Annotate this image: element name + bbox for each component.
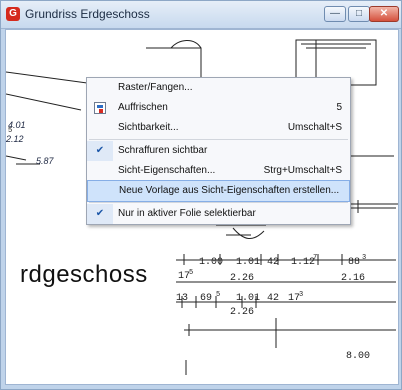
dimension-4: 1.12 (291, 257, 316, 268)
left-dim-text-2: 2.12 (6, 134, 24, 144)
menu-item-raster-fangen[interactable]: Raster/Fangen... (87, 78, 350, 98)
superscript-1: 5 (8, 127, 13, 135)
dimension-12: 42 (267, 293, 280, 304)
menu-item-sichtbarkeit[interactable]: Sichtbarkeit... Umschalt+S (87, 118, 350, 138)
empty-icon-slot (88, 181, 114, 201)
drawing-window: G Grundriss Erdgeschoss — □ ✕ 4.01 2.12 … (0, 0, 402, 390)
app-logo-icon: G (6, 7, 20, 21)
floor-label: rdgeschoss (20, 261, 148, 288)
menu-item-neue-vorlage[interactable]: Neue Vorlage aus Sicht-Eigenschaften ers… (87, 180, 350, 202)
dimension-7: 2.26 (230, 273, 255, 284)
dimension-14: 2.26 (230, 307, 255, 318)
close-button[interactable]: ✕ (369, 6, 399, 22)
superscript-6: 3 (299, 291, 304, 299)
dimension-1: 1.00 (199, 257, 224, 268)
empty-icon-slot (87, 78, 113, 98)
dimension-5: 88 (348, 257, 361, 268)
dimension-15: 8.00 (346, 351, 371, 362)
dimension-10: 69 (200, 293, 213, 304)
empty-icon-slot (87, 161, 113, 181)
dimension-2: 1.01 (236, 257, 261, 268)
superscript-5: 3 (362, 254, 367, 262)
menu-item-auffrischen[interactable]: Auffrischen 5 (87, 98, 350, 118)
menu-item-sicht-eigenschaften[interactable]: Sicht-Eigenschaften... Strg+Umschalt+S (87, 161, 350, 181)
menu-separator (89, 139, 348, 140)
dimension-11: 1.01 (236, 293, 261, 304)
menu-item-schraffuren-sichtbar[interactable]: ✔ Schraffuren sichtbar (87, 141, 350, 161)
dimension-3: 42 (267, 257, 280, 268)
context-menu: Raster/Fangen... Auffrischen 5 Sichtbark… (86, 77, 351, 225)
minimize-button[interactable]: — (324, 6, 346, 22)
check-icon: ✔ (87, 204, 113, 224)
empty-icon-slot (87, 118, 113, 138)
left-dim-text-3: 5.87 (36, 156, 54, 166)
dimension-8: 2.16 (341, 273, 366, 284)
maximize-icon: □ (355, 8, 363, 19)
maximize-button[interactable]: □ (348, 6, 370, 22)
superscript-2: 5 (189, 269, 194, 277)
superscript-4: 7 (313, 254, 318, 262)
dimension-9: 13 (176, 293, 189, 304)
superscript-3: 5 (216, 291, 221, 299)
title-bar[interactable]: G Grundriss Erdgeschoss — □ ✕ (1, 1, 401, 29)
minimize-icon: — (330, 8, 340, 19)
close-icon: ✕ (379, 8, 389, 19)
window-title: Grundriss Erdgeschoss (25, 7, 150, 21)
check-icon: ✔ (87, 141, 113, 161)
refresh-icon (87, 98, 113, 118)
menu-separator (89, 202, 348, 203)
menu-item-nur-in-aktiver-folie[interactable]: ✔ Nur in aktiver Folie selektierbar (87, 204, 350, 224)
